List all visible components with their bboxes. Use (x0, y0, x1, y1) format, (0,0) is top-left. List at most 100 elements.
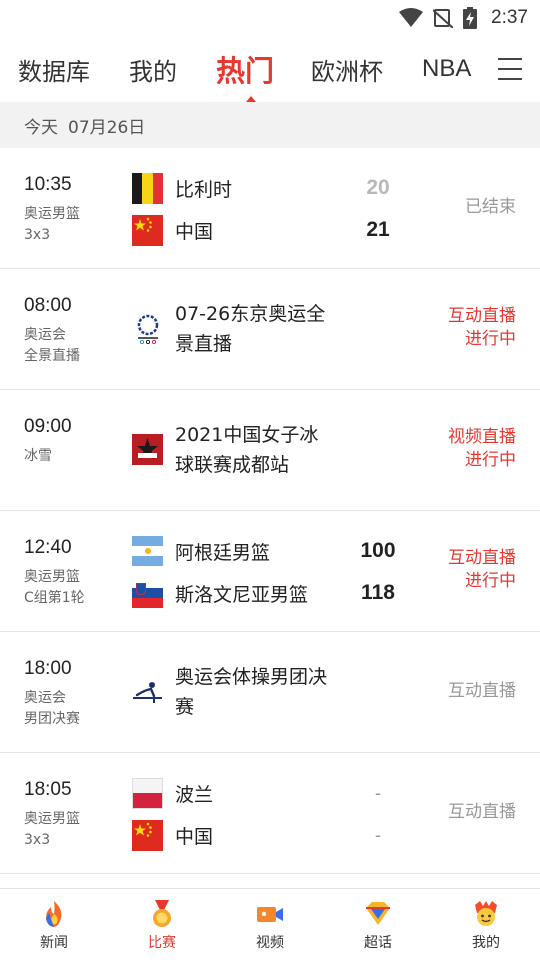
match-category: 奥运会 男团决赛 (24, 688, 114, 730)
tokyo-olympics-logo-icon (132, 313, 163, 344)
match-time: 18:05 (24, 779, 72, 800)
match-time: 18:00 (24, 658, 72, 679)
match-list: 10:35 奥运男篮 3x3 比利时 中国 20 21 已结束 08:00 奥运… (0, 148, 540, 874)
diamond-chat-icon (366, 902, 390, 925)
team-score: 100 (360, 539, 396, 562)
tab-euro-cup[interactable]: 欧洲杯 (311, 52, 422, 87)
event-title: 07-26东京奥运全景直播 (175, 303, 326, 355)
team-row: 中国 (132, 214, 213, 246)
team-score: 118 (361, 581, 395, 604)
match-row[interactable]: 08:00 奥运会 全景直播 07-26东京奥运全景直播 互动直播 进行中 (0, 269, 540, 390)
category-line: 3x3 (24, 227, 51, 243)
team-name: 斯洛文尼亚男篮 (175, 583, 309, 606)
match-category: 奥运男篮 C组第1轮 (24, 567, 114, 609)
status-line: 已结束 (465, 197, 516, 217)
ice-hockey-league-logo-icon (132, 434, 163, 465)
match-time: 12:40 (24, 537, 72, 558)
nav-profile[interactable]: 我的 (432, 889, 540, 960)
menu-icon[interactable] (498, 58, 522, 80)
wifi-icon (399, 8, 424, 27)
match-status[interactable]: 互动直播 (406, 680, 516, 703)
gymnastics-icon (132, 676, 163, 707)
category-line: 奥运会 (24, 690, 66, 706)
video-camera-icon (257, 907, 283, 922)
bottom-nav: 新闻 比赛 视频 超话 我的 (0, 888, 540, 960)
nav-label: 比赛 (148, 935, 176, 951)
category-line: C组第1轮 (24, 590, 85, 606)
nav-super-topic[interactable]: 超话 (324, 889, 432, 960)
medal-icon (153, 900, 171, 927)
status-line: 互动直播 (448, 681, 516, 701)
category-line: 3x3 (24, 832, 51, 848)
team-row: 中国 (132, 819, 213, 851)
match-time: 08:00 (24, 295, 72, 316)
status-line: 互动直播 (448, 306, 516, 326)
nav-label: 我的 (472, 935, 500, 951)
match-row[interactable]: 10:35 奥运男篮 3x3 比利时 中国 20 21 已结束 (0, 148, 540, 269)
date-value: 07月26日 (68, 117, 146, 138)
category-line: 全景直播 (24, 348, 80, 364)
poland-flag-icon (132, 777, 163, 809)
team-name: 波兰 (175, 783, 214, 806)
china-flag-icon (132, 214, 163, 246)
team-name: 中国 (175, 825, 214, 848)
date-day: 今天 (24, 117, 58, 138)
top-tab-bar: 数据库 我的 热门 欧洲杯 NBA (0, 36, 540, 102)
category-line: 奥运男篮 (24, 811, 80, 827)
category-line: 男团决赛 (24, 711, 80, 727)
status-line: 互动直播 (448, 548, 516, 568)
china-flag-icon (132, 819, 163, 851)
team-name: 中国 (175, 220, 214, 243)
category-line: 奥运会 (24, 327, 66, 343)
match-row[interactable]: 09:00 冰雪 2021中国女子冰球联赛成都站 视频直播 进行中 (0, 390, 540, 511)
team-name: 阿根廷男篮 (175, 541, 271, 564)
status-line: 进行中 (465, 329, 516, 349)
active-tab-indicator-icon (245, 96, 256, 102)
category-line: 奥运男篮 (24, 206, 80, 222)
match-time: 09:00 (24, 416, 72, 437)
tab-hot-label: 热门 (216, 54, 275, 88)
no-signal-icon (433, 9, 454, 28)
tab-nba[interactable]: NBA (422, 55, 482, 83)
match-status[interactable]: 互动直播 (406, 801, 516, 824)
match-row[interactable]: 18:00 奥运会 男团决赛 奥运会体操男团决赛 互动直播 (0, 632, 540, 753)
tab-mine[interactable]: 我的 (129, 52, 216, 87)
match-row[interactable]: 12:40 奥运男篮 C组第1轮 阿根廷男篮 斯洛文尼亚男篮 100 118 互… (0, 511, 540, 632)
profile-mascot-icon (475, 901, 497, 926)
match-status[interactable]: 已结束 (406, 196, 516, 219)
status-line: 进行中 (465, 450, 516, 470)
argentina-flag-icon (132, 535, 163, 567)
slovenia-flag-icon (132, 577, 163, 609)
match-status[interactable]: 互动直播 进行中 (406, 305, 516, 351)
app-root: 2:37 数据库 我的 热门 欧洲杯 NBA 今天 07月26日 10:35 奥… (0, 0, 540, 960)
tab-database[interactable]: 数据库 (18, 52, 129, 87)
status-line: 互动直播 (448, 802, 516, 822)
match-status[interactable]: 互动直播 进行中 (406, 547, 516, 593)
team-score: 21 (366, 218, 390, 241)
tab-hot[interactable]: 热门 (216, 48, 311, 102)
status-line: 进行中 (465, 571, 516, 591)
nav-news[interactable]: 新闻 (0, 889, 108, 960)
match-row[interactable]: 18:05 奥运男篮 3x3 波兰 中国 - - 互动直播 (0, 753, 540, 874)
team-score: - (375, 825, 381, 845)
nav-label: 超话 (364, 935, 392, 951)
event-title: 2021中国女子冰球联赛成都站 (175, 424, 319, 476)
match-category: 奥运会 全景直播 (24, 325, 114, 367)
team-row: 波兰 (132, 777, 213, 809)
match-status[interactable]: 视频直播 进行中 (406, 426, 516, 472)
team-score: 20 (366, 176, 390, 199)
belgium-flag-icon (132, 172, 163, 204)
event-title: 奥运会体操男团决赛 (175, 666, 328, 718)
match-category: 奥运男篮 3x3 (24, 204, 114, 246)
team-row: 斯洛文尼亚男篮 (132, 577, 308, 609)
match-time: 10:35 (24, 174, 72, 195)
match-category: 冰雪 (24, 446, 114, 467)
category-line: 冰雪 (24, 448, 52, 464)
category-line: 奥运男篮 (24, 569, 80, 585)
date-header: 今天 07月26日 (0, 102, 540, 148)
nav-video[interactable]: 视频 (216, 889, 324, 960)
nav-matches[interactable]: 比赛 (108, 889, 216, 960)
battery-charging-icon (463, 7, 478, 29)
status-time: 2:37 (491, 7, 528, 28)
team-row: 阿根廷男篮 (132, 535, 270, 567)
